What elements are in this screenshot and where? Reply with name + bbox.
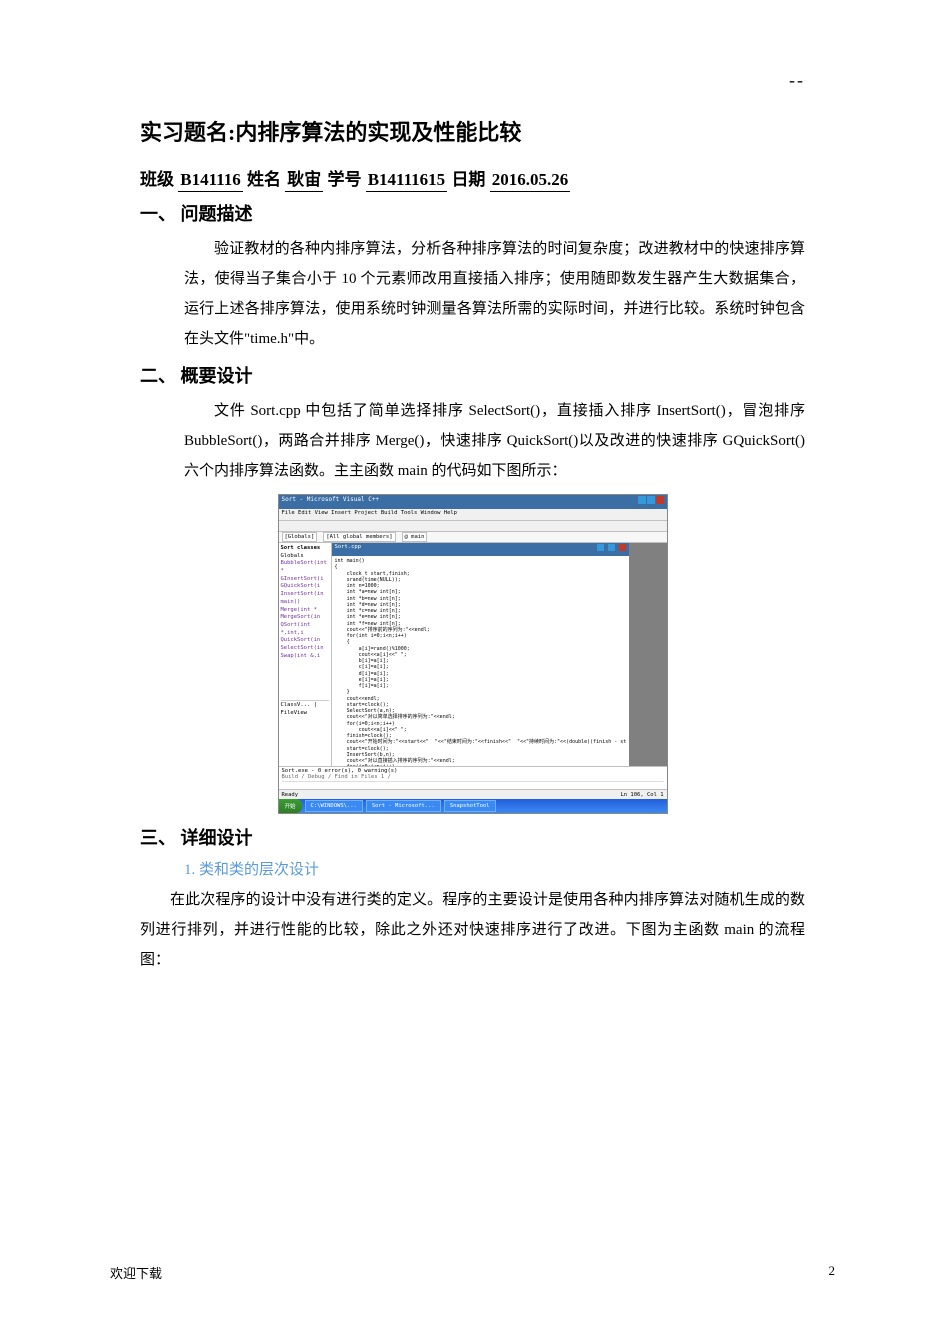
footer-left-text: 欢迎下载 <box>110 1263 162 1282</box>
ide-sidebar-item: GInsertSort(i <box>281 576 329 584</box>
ide-scope-dropdown-1: [Globals] <box>282 532 318 542</box>
ide-output-panel: Sort.exe - 0 error(s), 0 warning(s) Buil… <box>279 766 667 789</box>
ide-code-area: Sort.cpp int main() { clock_t start,fini… <box>332 543 630 766</box>
student-info-line: 班级 B141116 姓名 耿宙 学号 B14111615 日期 2016.05… <box>140 165 805 192</box>
ide-sidebar-item: MergeSort(in <box>281 614 329 622</box>
ide-sidebar-item: QSort(int *,int,i <box>281 622 329 637</box>
ide-status-left: Ready <box>282 792 299 798</box>
ide-sidebar-item: QuickSort(in <box>281 637 329 645</box>
ide-sidebar-item: BubbleSort(int * <box>281 560 329 575</box>
section-1-paragraph: 验证教材的各种内排序算法，分析各种排序算法的时间复杂度；改进教材中的快速排序算法… <box>184 234 805 354</box>
section-3-subheading-1: 1. 类和类的层次设计 <box>184 858 805 879</box>
ide-sidebar-item: InsertSort(in <box>281 591 329 599</box>
ide-scope-dropdown-2: [All global members] <box>323 532 395 542</box>
date-label: 日期 <box>451 170 485 189</box>
taskbar-item: Sort - Microsoft... <box>366 800 441 812</box>
maximize-icon <box>608 544 615 551</box>
windows-taskbar: 开始 C:\WINDOWS\... Sort - Microsoft... Sn… <box>279 799 667 813</box>
ide-menubar: File Edit View Insert Project Build Tool… <box>279 509 667 521</box>
ide-scope-dropdowns: [Globals] [All global members] @ main <box>279 532 667 543</box>
close-icon <box>656 496 664 504</box>
ide-sidebar-root: Sort classes <box>281 545 329 553</box>
ide-scope-dropdown-3: @ main <box>402 532 428 542</box>
ide-sidebar-item: main() <box>281 599 329 607</box>
document-title: 实习题名:内排序算法的实现及性能比较 <box>140 115 805 147</box>
start-button: 开始 <box>279 799 302 813</box>
ide-sidebar-globals: Globals <box>281 553 329 561</box>
class-label: 班级 <box>140 170 174 189</box>
minimize-icon <box>638 496 646 504</box>
ide-sidebar-item: SelectSort(in <box>281 645 329 653</box>
ide-code-tab-controls <box>596 544 627 555</box>
taskbar-item: C:\WINDOWS\... <box>305 800 363 812</box>
section-2-heading: 二、 概要设计 <box>140 362 805 388</box>
ide-toolbar <box>279 521 667 532</box>
ide-class-view-sidebar: Sort classes Globals BubbleSort(int * GI… <box>279 543 332 766</box>
minimize-icon <box>597 544 604 551</box>
section-2-paragraph: 文件 Sort.cpp 中包括了简单选择排序 SelectSort()，直接插入… <box>184 396 805 486</box>
ide-sidebar-item: GQuickSort(i <box>281 583 329 591</box>
ide-right-gray-panel <box>629 543 666 766</box>
ide-code-tab-label: Sort.cpp <box>335 544 362 555</box>
ide-window-controls <box>638 496 664 508</box>
ide-sidebar-item: Merge(int * <box>281 607 329 615</box>
date-value: 2016.05.26 <box>490 170 571 192</box>
taskbar-item: SnapshotTool <box>444 800 496 812</box>
ide-sidebar-item: Swap(int &,i <box>281 653 329 661</box>
id-value: B14111615 <box>366 170 447 192</box>
ide-window-title: Sort - Microsoft Visual C++ <box>282 496 380 508</box>
footer-page-number: 2 <box>829 1263 836 1282</box>
embedded-ide-screenshot: Sort - Microsoft Visual C++ File Edit Vi… <box>278 494 668 814</box>
name-label: 姓名 <box>247 170 281 189</box>
section-3-paragraph: 在此次程序的设计中没有进行类的定义。程序的主要设计是使用各种内排序算法对随机生成… <box>140 885 805 975</box>
document-page: -- 实习题名:内排序算法的实现及性能比较 班级 B141116 姓名 耿宙 学… <box>0 0 945 1337</box>
ide-sidebar-bottom-tabs: ClassV... | FileView <box>281 700 329 717</box>
section-3-heading: 三、 详细设计 <box>140 824 805 850</box>
top-right-marker: -- <box>789 70 805 91</box>
ide-body: Sort classes Globals BubbleSort(int * GI… <box>279 543 667 766</box>
maximize-icon <box>647 496 655 504</box>
id-label: 学号 <box>327 170 361 189</box>
page-footer: 欢迎下载 2 <box>110 1263 835 1282</box>
class-value: B141116 <box>178 170 242 192</box>
ide-output-tabs: Build / Debug / Find in Files 1 / <box>282 774 664 782</box>
ide-code-tab: Sort.cpp <box>332 543 630 556</box>
ide-titlebar: Sort - Microsoft Visual C++ <box>279 495 667 509</box>
ide-status-right: Ln 106, Col 1 <box>620 792 663 798</box>
close-icon <box>619 544 626 551</box>
section-1-heading: 一、 问题描述 <box>140 200 805 226</box>
ide-code-editor: int main() { clock_t start,finish; srand… <box>332 556 630 766</box>
name-value: 耿宙 <box>285 165 323 192</box>
ide-status-bar: Ready Ln 106, Col 1 <box>279 789 667 799</box>
